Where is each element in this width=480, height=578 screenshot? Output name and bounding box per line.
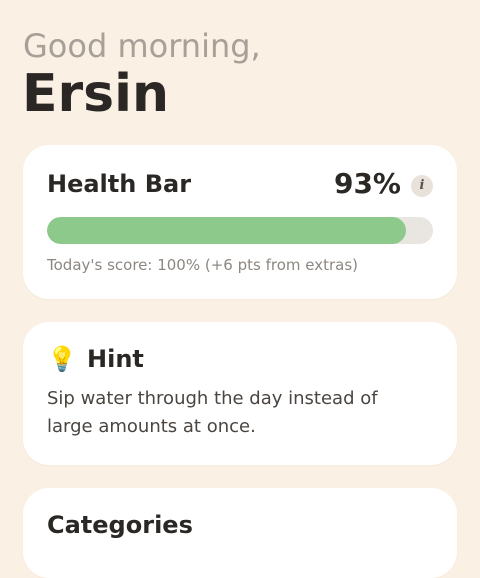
lightbulb-icon: 💡: [47, 345, 77, 373]
categories-title: Categories: [47, 511, 193, 539]
info-icon[interactable]: i: [411, 175, 433, 197]
health-progress-fill: [47, 217, 406, 244]
hint-text: Sip water through the day instead of lar…: [47, 388, 378, 437]
health-bar-title: Health Bar: [47, 170, 192, 198]
greeting-text: Good morning,: [23, 27, 261, 65]
health-score-subtext: Today's score: 100% (+6 pts from extras): [47, 256, 359, 274]
health-bar-percent: 93%: [333, 167, 401, 200]
hint-title: Hint: [87, 345, 144, 373]
categories-card: Categories: [23, 488, 457, 578]
health-bar-card: Health Bar 93% i Today's score: 100% (+6…: [23, 145, 457, 299]
health-progress-track: [47, 217, 433, 244]
hint-card: 💡 Hint Sip water through the day instead…: [23, 322, 457, 465]
user-name: Ersin: [22, 64, 169, 124]
